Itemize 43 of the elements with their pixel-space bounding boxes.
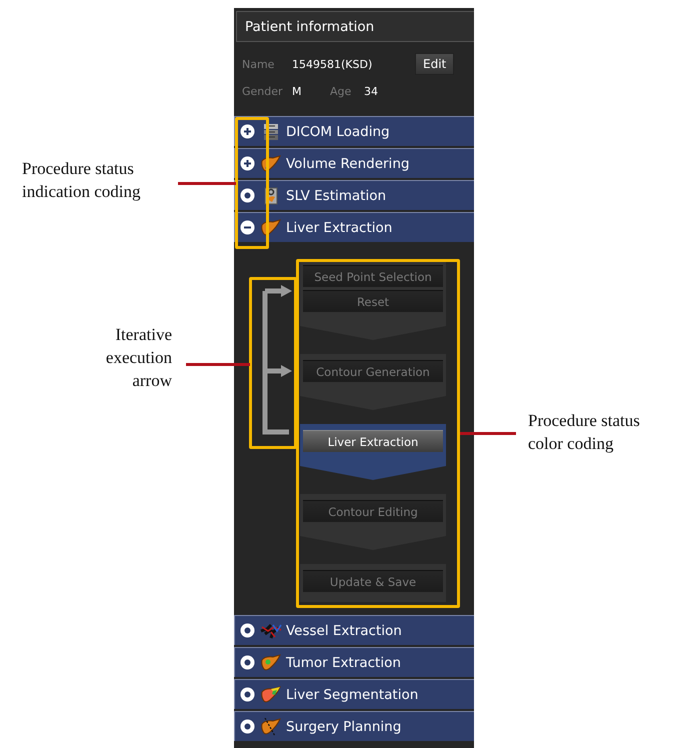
step-button[interactable]: Liver Extraction: [303, 430, 443, 452]
liver-icon: [261, 654, 281, 672]
vessel-icon: [259, 622, 283, 640]
minus-circle-icon[interactable]: [240, 220, 255, 235]
panel-title: Patient information: [236, 11, 474, 42]
field-value: 1549581(KSD): [292, 58, 374, 70]
step-button[interactable]: Seed Point Selection: [303, 265, 443, 287]
step-button[interactable]: Update & Save: [303, 570, 443, 592]
image-stack-icon: [262, 122, 280, 140]
procedure-header[interactable]: Vessel Extraction: [234, 615, 474, 645]
field-label: Gender: [242, 84, 284, 98]
plus-circle-icon[interactable]: [240, 156, 255, 171]
procedure-header[interactable]: DICOM Loading: [234, 116, 474, 146]
procedure-header[interactable]: Surgery Planning: [234, 711, 474, 741]
leader-line: [460, 432, 516, 435]
procedure-header[interactable]: Liver Segmentation: [234, 679, 474, 709]
ring-icon[interactable]: [240, 655, 255, 670]
ring-icon[interactable]: [240, 687, 255, 702]
step-button[interactable]: Reset: [303, 290, 443, 312]
step-button[interactable]: Contour Editing: [303, 500, 443, 522]
leader-line: [186, 363, 250, 366]
field-value: M: [292, 84, 302, 98]
field-label: Age: [330, 84, 352, 98]
leader-line: [178, 182, 236, 185]
field-value: 34: [364, 84, 378, 98]
callout-label: Procedure status color coding: [528, 410, 641, 455]
liver-icon: [261, 718, 281, 736]
procedure-header[interactable]: Tumor Extraction: [234, 647, 474, 677]
procedure-header[interactable]: SLV Estimation: [234, 180, 474, 210]
ring-icon[interactable]: [240, 188, 255, 203]
plus-circle-icon[interactable]: [240, 124, 255, 139]
liver-icon: [261, 154, 281, 172]
callout-label: Procedure status indication coding: [22, 158, 142, 203]
field-label: Name: [242, 58, 276, 70]
step-button[interactable]: Contour Generation: [303, 360, 443, 382]
ring-icon[interactable]: [240, 719, 255, 734]
liver-icon: [261, 686, 281, 704]
callout-label: Iterative execution arrow: [104, 324, 172, 392]
liver-icon: [261, 218, 281, 236]
ring-icon[interactable]: [240, 623, 255, 638]
edit-button[interactable]: Edit: [415, 53, 454, 75]
procedure-header[interactable]: Liver Extraction: [234, 212, 474, 242]
procedure-header[interactable]: Volume Rendering: [234, 148, 474, 178]
